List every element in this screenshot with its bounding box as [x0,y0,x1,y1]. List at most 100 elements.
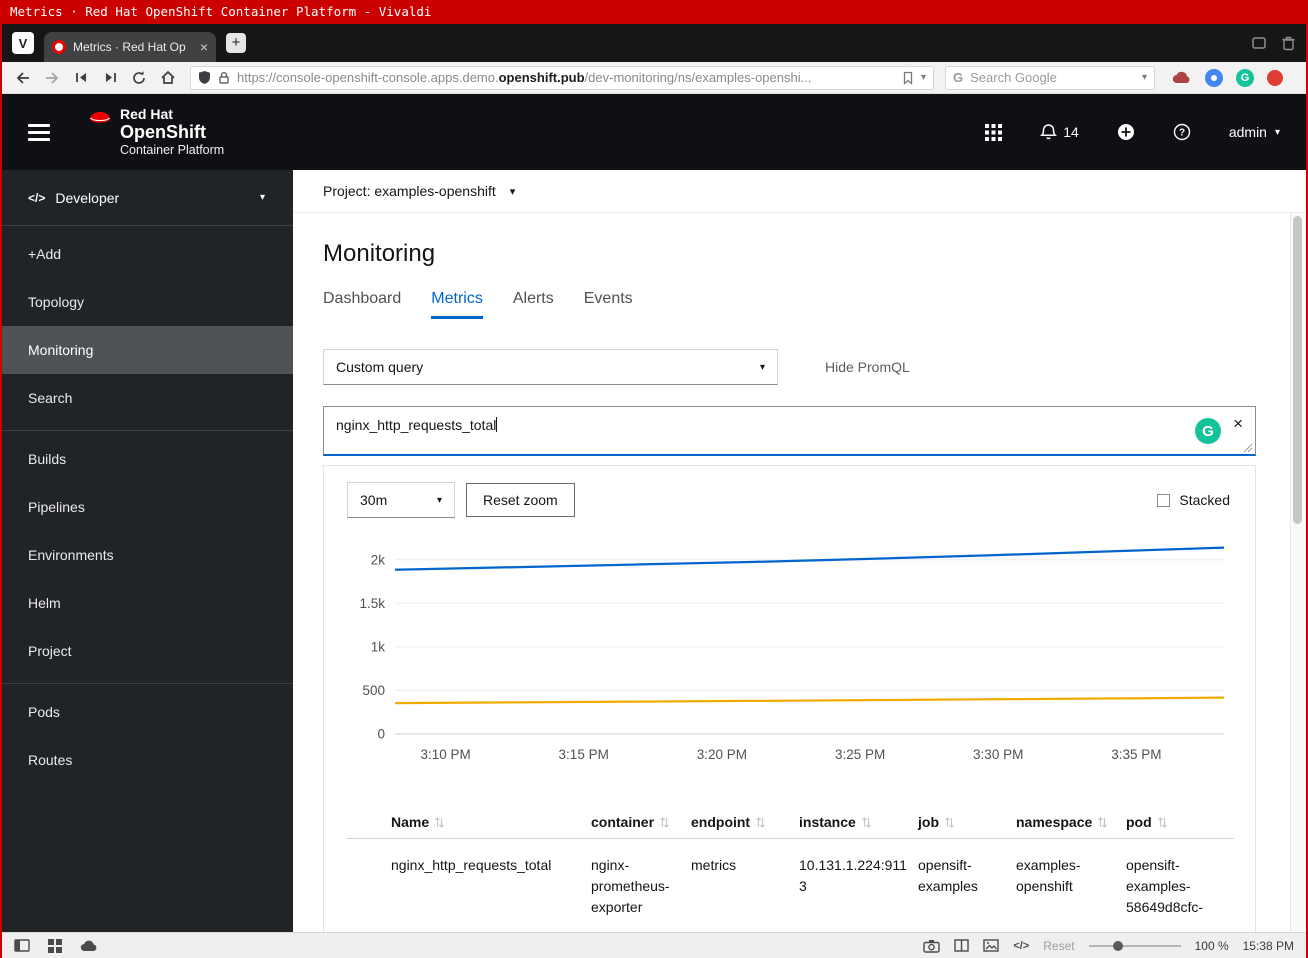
search-field[interactable]: G ▾ [945,65,1155,90]
page-title: Monitoring [323,240,436,267]
project-selector[interactable]: Project: examples-openshift ▾ [293,170,1306,213]
tab-close-icon[interactable]: × [200,39,208,55]
sidebar-item-routes[interactable]: Routes [2,736,293,784]
scrollbar-thumb[interactable] [1293,216,1302,524]
forward-button[interactable] [39,66,65,90]
stacked-checkbox[interactable] [1157,493,1171,507]
zoom-reset-label[interactable]: Reset [1043,939,1074,953]
tab-events[interactable]: Events [584,290,633,319]
browser-window: Metrics · Red Hat OpenShift Container Pl… [0,0,1308,958]
page-actions-icon[interactable]: </> [1013,940,1029,952]
table-row[interactable]: nginx_http_requests_total nginx-promethe… [347,839,1234,919]
search-input[interactable] [970,70,1135,85]
nav-menu-toggle-icon[interactable] [28,123,50,141]
add-button[interactable] [1117,123,1135,141]
sidebar-item-pipelines[interactable]: Pipelines [2,483,293,531]
privacy-extension-icon[interactable] [1205,68,1223,87]
sidebar-item-search[interactable]: Search [2,374,293,422]
perspective-switcher[interactable]: </> Developer ▾ [2,170,293,226]
brand-line-1: Red Hat [120,106,173,122]
column-header-instance[interactable]: instance [799,802,918,839]
developer-code-icon: </> [28,190,46,205]
reset-zoom-button[interactable]: Reset zoom [466,483,575,517]
closed-tabs-trash-icon[interactable] [1281,35,1296,51]
sidebar-item-helm[interactable]: Helm [2,579,293,627]
rewind-button[interactable] [68,66,94,90]
sidebar-item-add[interactable]: +Add [2,230,293,278]
promql-query-input[interactable]: nginx_http_requests_total G × [323,406,1256,456]
sidebar-item-monitoring[interactable]: Monitoring [2,326,293,374]
vivaldi-menu-button[interactable]: V [12,32,34,54]
sidebar-item-topology[interactable]: Topology [2,278,293,326]
lock-icon[interactable] [218,71,230,85]
metrics-chart[interactable]: 0 500 1k 1.5k 2k 3:10 PM 3:15 PM 3:20 PM 3:25 PM… [347,528,1234,766]
tracker-shield-icon[interactable] [198,70,211,85]
column-header-pod[interactable]: pod [1126,802,1234,839]
cell-instance: 10.131.1.224:9113 [799,857,907,894]
home-button[interactable] [155,66,181,90]
image-toggle-icon[interactable] [983,939,1000,952]
sidebar-item-builds[interactable]: Builds [2,435,293,483]
column-header-job[interactable]: job [918,802,1016,839]
zoom-slider[interactable] [1088,940,1181,951]
grammarly-badge-icon[interactable]: G [1195,418,1221,444]
url-text[interactable]: https://console-openshift-console.apps.d… [237,70,895,85]
tab-dashboard[interactable]: Dashboard [323,290,401,319]
sidebar-item-environments[interactable]: Environments [2,531,293,579]
column-header-namespace[interactable]: namespace [1016,802,1126,839]
clear-query-icon[interactable]: × [1233,414,1243,434]
sidebar-item-pods[interactable]: Pods [2,688,293,736]
url-host-prefix: https://console-openshift-console.apps.d… [237,70,499,85]
tab-tiling-icon[interactable] [1251,35,1267,51]
url-field[interactable]: https://console-openshift-console.apps.d… [190,65,934,90]
notifications-button[interactable]: 14 [1040,123,1079,141]
query-type-caret-icon: ▾ [759,361,765,373]
sort-icon [945,816,954,828]
vertical-scrollbar[interactable] [1290,213,1304,932]
help-button[interactable]: ? [1173,123,1191,141]
bookmark-flag-icon[interactable] [902,71,914,85]
new-tab-button[interactable]: + [226,33,246,53]
reload-button[interactable] [126,66,152,90]
tab-title: Metrics · Red Hat Op [73,40,186,54]
cloud-extension-icon[interactable] [1172,70,1192,85]
time-range-select[interactable]: 30m ▾ [347,482,455,518]
page-tiling-icon[interactable] [48,938,62,953]
brand-logo[interactable]: Red Hat OpenShift Container Platform [86,106,224,158]
column-header-container[interactable]: container [591,802,691,839]
user-menu[interactable]: admin ▾ [1229,124,1280,140]
tab-metrics[interactable]: Metrics [431,290,483,319]
resize-handle-icon[interactable] [1243,443,1253,453]
openshift-masthead: Red Hat OpenShift Container Platform 14 … [2,94,1306,170]
brand-line-3: Container Platform [120,143,225,157]
zoom-slider-thumb[interactable] [1112,940,1123,951]
query-type-select[interactable]: Custom query ▾ [323,349,778,385]
cell-container: nginx-prometheus-exporter [591,857,670,915]
app-launcher-grid-icon[interactable] [985,123,1003,141]
query-result-panel: 30m ▾ Reset zoom Stacked 0 500 1k 1.5k 2k 3:1… [323,465,1256,932]
openshift-favicon-icon [52,40,66,54]
brand-line-2: OpenShift [120,122,206,142]
browser-tab[interactable]: Metrics · Red Hat Op × [44,32,216,62]
url-dropdown-caret-icon[interactable]: ▾ [921,72,926,83]
capture-camera-icon[interactable] [923,939,941,953]
svg-text:1.5k: 1.5k [359,596,385,611]
window-title: Metrics · Red Hat OpenShift Container Pl… [10,4,432,19]
browser-tab-bar: V Metrics · Red Hat Op × + [2,24,1306,62]
browser-address-bar: https://console-openshift-console.apps.d… [2,62,1306,94]
profile-avatar[interactable] [1267,69,1283,86]
svg-text:3:15 PM: 3:15 PM [559,747,609,762]
column-header-name[interactable]: Name [391,802,591,839]
grammarly-extension-icon[interactable]: G [1236,68,1254,87]
tiling-layout-icon[interactable] [954,939,970,952]
hide-promql-link[interactable]: Hide PromQL [825,359,910,375]
sidebar-item-project[interactable]: Project [2,627,293,675]
column-header-endpoint[interactable]: endpoint [691,802,799,839]
search-dropdown-caret-icon[interactable]: ▾ [1142,72,1147,83]
fast-forward-button[interactable] [97,66,123,90]
tab-alerts[interactable]: Alerts [513,290,554,319]
sync-cloud-icon[interactable] [80,939,98,952]
back-button[interactable] [10,66,36,90]
panel-toggle-icon[interactable] [14,939,30,952]
page-scroll-area: Monitoring Dashboard Metrics Alerts Even… [293,213,1306,932]
